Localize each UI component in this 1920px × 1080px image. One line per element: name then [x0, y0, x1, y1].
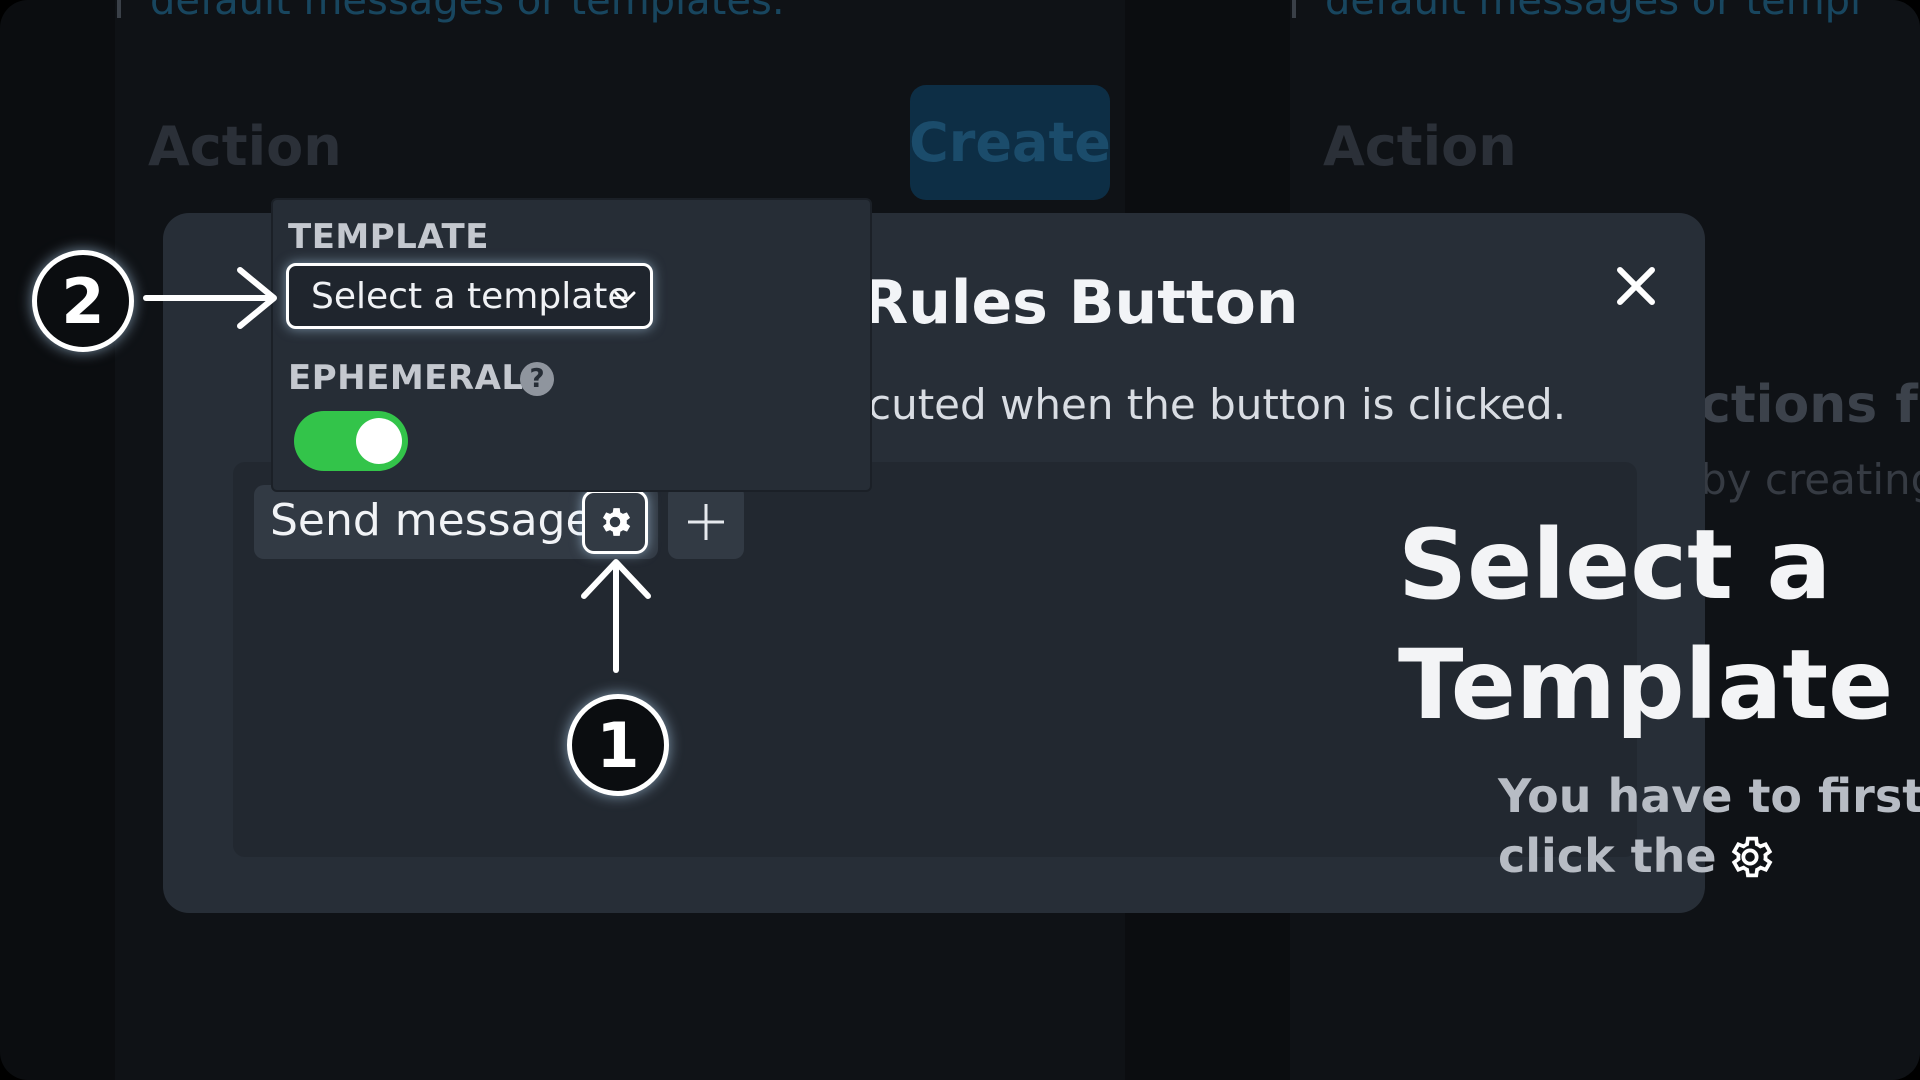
background-action-label: Action: [1323, 115, 1517, 178]
template-label: TEMPLATE: [288, 217, 489, 257]
background-subtext: by creating: [1700, 455, 1920, 504]
background-divider: [1292, 0, 1296, 18]
close-button[interactable]: [1608, 258, 1664, 314]
callout-heading: Select a Template: [1398, 505, 1893, 745]
background-divider: [117, 0, 121, 18]
background-link-text: default messages or templates.: [150, 0, 785, 24]
arrow-up-icon: [581, 559, 651, 673]
add-action-button[interactable]: [668, 485, 744, 559]
create-button[interactable]: Create: [909, 85, 1111, 200]
callout-note-line1: You have to first: [1498, 769, 1920, 823]
ephemeral-toggle[interactable]: [294, 411, 408, 471]
chevron-down-icon: [614, 291, 636, 304]
step-1-badge: 1: [567, 694, 669, 796]
toggle-knob: [356, 418, 402, 464]
callout-heading-line2: Template: [1398, 629, 1894, 741]
action-chip-label: Send message: [270, 495, 593, 546]
template-select-value: Select a template: [311, 275, 630, 317]
background-link-text: default messages or templ: [1325, 0, 1862, 24]
plus-icon: [688, 504, 724, 540]
gear-icon: [602, 508, 631, 536]
close-icon: [1617, 267, 1655, 305]
modal-title: Rules Button: [862, 268, 1299, 338]
template-select[interactable]: Select a template: [286, 263, 653, 329]
arrow-right-icon: [143, 267, 277, 329]
ephemeral-label: EPHEMERAL: [288, 358, 524, 398]
background-heading: ctions fo: [1700, 375, 1920, 435]
action-settings-button[interactable]: [582, 490, 648, 554]
background-action-label: Action: [148, 115, 342, 178]
modal-description: cuted when the button is clicked.: [868, 380, 1567, 429]
help-icon[interactable]: ?: [520, 362, 554, 396]
callout-heading-line1: Select a: [1398, 509, 1832, 621]
gear-icon: [1731, 836, 1773, 878]
callout-note-line2: click the: [1498, 829, 1717, 883]
callout-note: You have to first click the: [1498, 766, 1920, 886]
callout-note-line2-wrap: click the: [1498, 826, 1920, 886]
app-frame: default messages or templates. default m…: [0, 0, 1920, 1080]
step-2-badge: 2: [32, 250, 134, 352]
